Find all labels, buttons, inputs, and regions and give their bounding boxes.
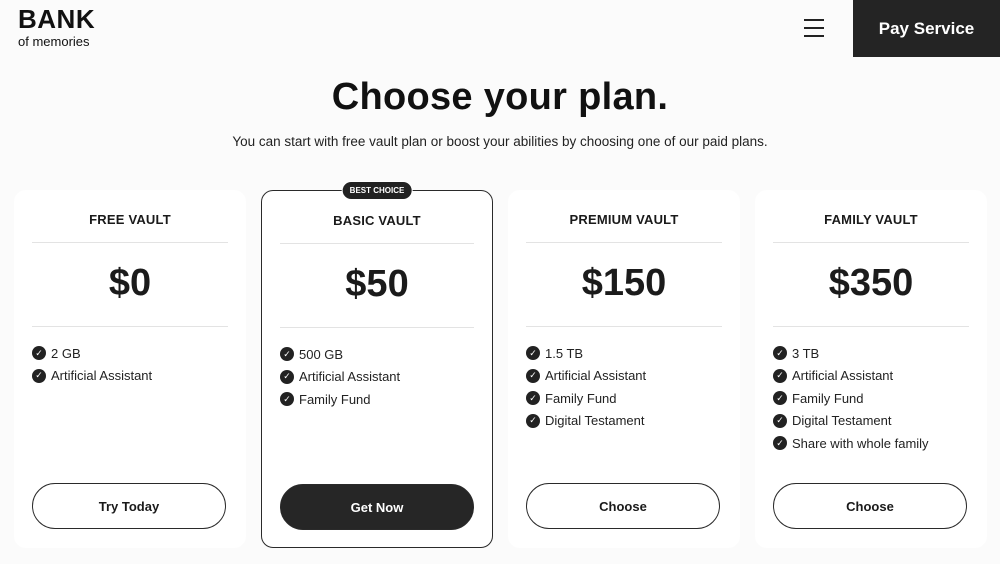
feature-list: ✓ 2 GB ✓ Artificial Assistant (32, 342, 152, 387)
logo-sub-text: of memories (18, 34, 90, 49)
brand-logo[interactable]: BANK of memories (18, 6, 95, 48)
feature-label: Share with whole family (792, 435, 929, 451)
feature-label: Digital Testament (545, 413, 645, 429)
page-subtitle: You can start with free vault plan or bo… (232, 134, 768, 149)
divider (773, 242, 969, 243)
feature-label: Artificial Assistant (792, 368, 894, 384)
feature-item: ✓ 3 TB (773, 342, 929, 365)
page-title: Choose your plan. (331, 76, 669, 118)
check-circle-icon: ✓ (773, 413, 787, 428)
divider (32, 326, 228, 327)
check-circle-icon: ✓ (32, 368, 46, 383)
divider (773, 326, 969, 327)
feature-label: Digital Testament (792, 413, 892, 429)
feature-item: ✓ Family Fund (526, 387, 646, 410)
plan-price: $0 (108, 262, 152, 304)
feature-label: Artificial Assistant (51, 368, 153, 384)
divider (526, 242, 722, 243)
check-circle-icon: ✓ (773, 346, 787, 361)
check-circle-icon: ✓ (526, 391, 540, 406)
divider (32, 242, 228, 243)
plan-price: $350 (828, 262, 914, 304)
feature-label: Artificial Assistant (299, 369, 401, 385)
feature-item: ✓ Digital Testament (773, 410, 929, 433)
feature-label: 2 GB (51, 345, 81, 361)
divider (526, 326, 722, 327)
pay-service-button[interactable]: Pay Service (853, 0, 1000, 57)
plan-name: BASIC VAULT (333, 213, 421, 228)
plan-card-free: FREE VAULT $0 ✓ 2 GB ✓ Artificial Assistan… (14, 190, 246, 548)
check-circle-icon: ✓ (526, 368, 540, 383)
check-circle-icon: ✓ (280, 369, 294, 384)
check-circle-icon: ✓ (32, 346, 46, 361)
feature-item: ✓ 500 GB (280, 343, 400, 366)
get-now-button[interactable]: Get Now (280, 484, 474, 530)
choose-family-button[interactable]: Choose (773, 483, 967, 529)
plan-name: PREMIUM VAULT (569, 212, 679, 227)
logo-main-text: BANK (18, 4, 96, 34)
feature-label: 500 GB (299, 346, 344, 362)
feature-label: Family Fund (792, 390, 864, 406)
feature-item: ✓ Artificial Assistant (773, 365, 929, 388)
feature-list: ✓ 3 TB ✓ Artificial Assistant ✓ Family Fund… (773, 342, 929, 455)
plan-name: FAMILY VAULT (824, 212, 918, 227)
check-circle-icon: ✓ (280, 347, 294, 362)
feature-item: ✓ Share with whole family (773, 432, 929, 455)
choose-premium-button[interactable]: Choose (526, 483, 720, 529)
check-circle-icon: ✓ (773, 391, 787, 406)
plan-card-family: FAMILY VAULT $350 ✓ 3 TB ✓ Artificial Assi… (755, 190, 987, 548)
feature-item: ✓ Family Fund (773, 387, 929, 410)
plan-card-basic: BEST CHOICE BASIC VAULT $50 ✓ 500 GB ✓ Art… (261, 181, 493, 548)
feature-list: ✓ 1.5 TB ✓ Artificial Assistant ✓ Family Fu… (526, 342, 646, 432)
check-circle-icon: ✓ (526, 413, 540, 428)
feature-item: ✓ 1.5 TB (526, 342, 646, 365)
feature-label: Artificial Assistant (545, 368, 647, 384)
plan-price: $150 (581, 262, 667, 304)
hamburger-menu-icon[interactable] (800, 14, 828, 42)
check-circle-icon: ✓ (280, 392, 294, 407)
best-choice-badge: BEST CHOICE (341, 181, 413, 200)
check-circle-icon: ✓ (773, 436, 787, 451)
try-today-button[interactable]: Try Today (32, 483, 226, 529)
plan-price: $50 (345, 263, 409, 305)
pricing-page: BANK of memories Pay Service Choose your… (0, 0, 1000, 564)
feature-item: ✓ Digital Testament (526, 410, 646, 433)
divider (280, 243, 474, 244)
feature-label: Family Fund (545, 390, 617, 406)
feature-item: ✓ 2 GB (32, 342, 152, 365)
feature-item: ✓ Artificial Assistant (526, 365, 646, 388)
feature-item: ✓ Family Fund (280, 388, 400, 411)
feature-label: 3 TB (792, 345, 820, 361)
feature-label: 1.5 TB (545, 345, 584, 361)
feature-item: ✓ Artificial Assistant (32, 365, 152, 388)
feature-list: ✓ 500 GB ✓ Artificial Assistant ✓ Family Fu… (280, 343, 400, 411)
plan-name: FREE VAULT (89, 212, 171, 227)
divider (280, 327, 474, 328)
feature-label: Family Fund (299, 391, 371, 407)
feature-item: ✓ Artificial Assistant (280, 366, 400, 389)
check-circle-icon: ✓ (526, 346, 540, 361)
plan-card-premium: PREMIUM VAULT $150 ✓ 1.5 TB ✓ Artificial A… (508, 190, 740, 548)
check-circle-icon: ✓ (773, 368, 787, 383)
